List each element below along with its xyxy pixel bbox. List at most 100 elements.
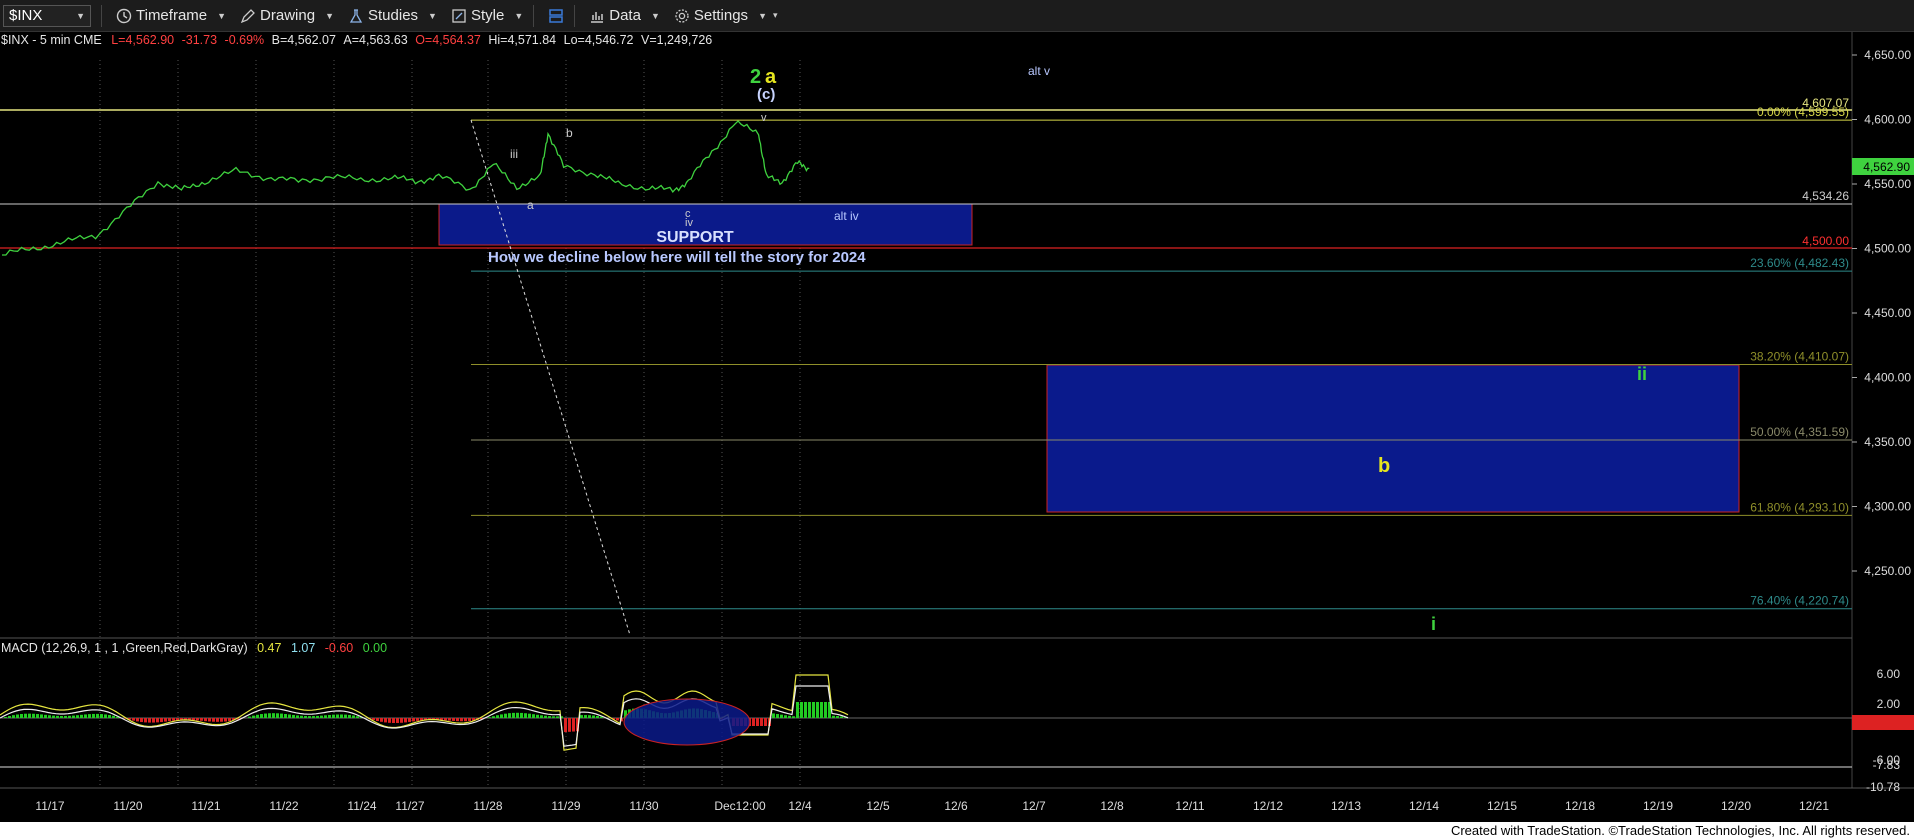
small-iv-label: iv bbox=[685, 217, 693, 229]
price-tick-label: 4,400.00 bbox=[1864, 371, 1911, 385]
style-button[interactable]: Style ▼ bbox=[451, 7, 523, 24]
time-tick-label: 12/20 bbox=[1721, 799, 1751, 813]
price-tick-label: 4,600.00 bbox=[1864, 113, 1911, 127]
macd-histogram-bar bbox=[840, 716, 843, 718]
chart-toolbar: $INX ▼ Timeframe ▼ Drawing ▼ Studies ▼ S… bbox=[0, 0, 1914, 32]
macd-histogram-bar bbox=[792, 716, 795, 718]
fib-label: 23.60% (4,482.43) bbox=[1750, 256, 1849, 270]
symbol-selector[interactable]: $INX ▼ bbox=[3, 4, 91, 27]
macd-histogram-bar bbox=[500, 714, 503, 718]
macd-histogram-bar bbox=[596, 715, 599, 718]
gear-icon bbox=[675, 8, 689, 23]
pencil-icon bbox=[240, 8, 255, 23]
footer-credit: Created with TradeStation. ©TradeStation… bbox=[1450, 823, 1910, 838]
time-tick-label: Dec12:00 bbox=[714, 799, 766, 813]
alt-v-label: alt v bbox=[1028, 64, 1050, 78]
timeframe-button[interactable]: Timeframe ▼ bbox=[116, 7, 226, 24]
macd-histogram-bar bbox=[504, 713, 507, 718]
macd-info-line: MACD (12,26,9, 1 , 1 ,Green,Red,DarkGray… bbox=[1, 641, 387, 655]
macd-histogram-bar bbox=[132, 718, 135, 721]
macd-histogram-bar bbox=[284, 713, 287, 718]
macd-histogram-bar bbox=[136, 718, 139, 722]
time-tick-label: 12/15 bbox=[1487, 799, 1517, 813]
macd-histogram-bar bbox=[88, 714, 91, 718]
time-tick-label: 11/22 bbox=[269, 799, 298, 813]
support-label: SUPPORT bbox=[656, 229, 734, 246]
macd-histogram-bar bbox=[104, 714, 107, 718]
macd-histogram-bar bbox=[488, 717, 491, 718]
style-label: Style bbox=[470, 7, 505, 24]
time-tick-label: 12/6 bbox=[944, 799, 968, 813]
macd-histogram-bar bbox=[388, 718, 391, 723]
macd-histogram-bar bbox=[492, 716, 495, 718]
price-tick-label: 4,650.00 bbox=[1864, 48, 1911, 62]
macd-histogram-bar bbox=[384, 718, 387, 723]
flask-icon bbox=[349, 8, 363, 23]
time-tick-label: 12/11 bbox=[1175, 799, 1204, 813]
drawing-label: Drawing bbox=[260, 7, 316, 24]
fib-label: 38.20% (4,410.07) bbox=[1750, 350, 1849, 364]
macd-histogram-bar bbox=[64, 715, 67, 718]
macd-histogram-bar bbox=[288, 714, 291, 718]
macd-histogram-bar bbox=[152, 718, 155, 723]
macd-histogram-bar bbox=[568, 718, 571, 732]
macd-histogram-bar bbox=[280, 713, 283, 718]
style-icon bbox=[452, 8, 466, 23]
target-zone bbox=[1046, 364, 1740, 513]
price-chart[interactable]: 4,650.00 4,600.00 4,550.00 4,500.00 4,450.00… bbox=[0, 32, 1914, 840]
time-tick-label: 11/29 bbox=[551, 799, 580, 813]
macd-histogram-bar bbox=[572, 718, 575, 732]
high-level-label: 4,607.07 bbox=[1802, 96, 1849, 110]
macd-histogram-bar bbox=[292, 714, 295, 718]
macd-histogram-bar bbox=[584, 715, 587, 718]
toolbar-divider bbox=[533, 4, 535, 27]
level-4500-label: 4,500.00 bbox=[1802, 234, 1849, 248]
macd-histogram-bar bbox=[352, 715, 355, 718]
macd-histogram-bar bbox=[72, 715, 75, 718]
chevron-down-icon: ▼ bbox=[325, 10, 334, 21]
settings-button[interactable]: Settings ▼ ▾ bbox=[674, 7, 778, 24]
price-tick-label: 4,350.00 bbox=[1864, 435, 1911, 449]
small-b-label: b bbox=[566, 126, 573, 140]
macd-histogram-bar bbox=[400, 718, 403, 723]
toolbar-divider bbox=[101, 4, 102, 27]
small-v-label: v bbox=[761, 112, 767, 124]
drawing-button[interactable]: Drawing ▼ bbox=[240, 7, 334, 24]
macd-histogram-bar bbox=[588, 715, 591, 718]
macd-histogram-bar bbox=[756, 718, 759, 726]
macd-histogram-bar bbox=[260, 714, 263, 718]
macd-histogram-bar bbox=[296, 715, 299, 718]
layout-button[interactable] bbox=[548, 8, 564, 24]
macd-histogram-bar bbox=[8, 716, 11, 718]
macd-histogram-bar bbox=[312, 716, 315, 718]
price-tick-label: 4,550.00 bbox=[1864, 177, 1911, 191]
fibonacci-levels: 0.00% (4,599.55)23.60% (4,482.43)38.20% … bbox=[471, 105, 1852, 610]
macd-histogram-bar bbox=[444, 718, 447, 721]
macd-histogram-bar bbox=[508, 713, 511, 718]
macd-histogram-bar bbox=[816, 702, 819, 718]
macd-histogram-bar bbox=[800, 702, 803, 718]
macd-histogram-bar bbox=[404, 718, 407, 723]
macd-histogram-bar bbox=[108, 715, 111, 718]
time-tick-label: 11/17 bbox=[35, 799, 64, 813]
macd-histogram-bar bbox=[156, 718, 159, 723]
wave-b-label: b bbox=[1378, 455, 1390, 477]
macd-histogram-bar bbox=[4, 716, 7, 718]
studies-button[interactable]: Studies ▼ bbox=[348, 7, 437, 24]
macd-histogram-bar bbox=[788, 715, 791, 718]
macd-histogram-bar bbox=[408, 718, 411, 722]
data-button[interactable]: Data ▼ bbox=[589, 7, 660, 24]
macd-histogram-bar bbox=[832, 715, 835, 718]
macd-highlight-ellipse bbox=[623, 698, 751, 746]
time-tick-label: 12/4 bbox=[788, 799, 812, 813]
macd-histogram-bar bbox=[304, 716, 307, 718]
timeframe-label: Timeframe bbox=[136, 7, 208, 24]
macd-value-3: -0.60 bbox=[324, 641, 354, 655]
time-tick-label: 12/21 bbox=[1799, 799, 1829, 813]
macd-histogram-bar bbox=[548, 716, 551, 718]
macd-histogram-bar bbox=[76, 715, 79, 718]
macd-histogram-bar bbox=[256, 714, 259, 718]
macd-histogram-bar bbox=[264, 713, 267, 718]
macd-histogram-bar bbox=[12, 715, 15, 718]
price-tick-label: 4,250.00 bbox=[1864, 564, 1911, 578]
